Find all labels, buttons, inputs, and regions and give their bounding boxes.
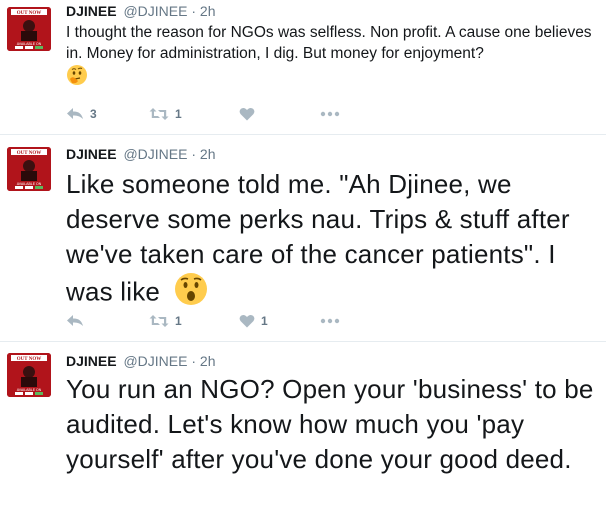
tweet[interactable]: OUT NOW AVAILABLE ON DJINEE @DJINEE · 2h…: [0, 342, 606, 507]
separator-dot: ·: [191, 146, 197, 162]
tweet[interactable]: OUT NOW AVAILABLE ON DJINEE @DJINEE · 2h…: [0, 135, 606, 342]
user-handle[interactable]: @DJINEE: [123, 353, 187, 369]
like-button[interactable]: 1: [239, 311, 268, 331]
display-name[interactable]: DJINEE: [66, 353, 117, 369]
retweet-button[interactable]: 1: [149, 311, 182, 331]
retweet-count: 1: [175, 107, 182, 121]
heart-icon: [239, 107, 255, 121]
avatar-top-text: OUT NOW: [17, 151, 42, 156]
like-count: 1: [261, 314, 268, 328]
reply-button[interactable]: [66, 311, 90, 331]
heart-icon: [239, 314, 255, 328]
more-button[interactable]: [320, 311, 340, 331]
avatar[interactable]: OUT NOW AVAILABLE ON: [7, 353, 51, 397]
reply-button[interactable]: 3: [66, 104, 97, 124]
retweet-icon: [149, 315, 169, 327]
thinking-face-icon: [66, 64, 88, 92]
timestamp[interactable]: 2h: [200, 3, 216, 19]
user-handle[interactable]: @DJINEE: [123, 3, 187, 19]
user-handle[interactable]: @DJINEE: [123, 146, 187, 162]
avatar-top-text: OUT NOW: [17, 11, 42, 16]
avatar-top-text: OUT NOW: [17, 357, 42, 362]
tweet-text: You run an NGO? Open your 'business' to …: [66, 374, 594, 474]
avatar-bottom-text: AVAILABLE ON: [17, 182, 42, 186]
tweet-text: Like someone told me. "Ah Djinee, we des…: [66, 169, 570, 307]
display-name[interactable]: DJINEE: [66, 146, 117, 162]
tweet-actions: 1 1: [66, 311, 366, 331]
avatar-bottom-text: AVAILABLE ON: [17, 42, 42, 46]
tweet-text: I thought the reason for NGOs was selfle…: [66, 24, 592, 62]
avatar[interactable]: OUT NOW AVAILABLE ON: [7, 147, 51, 191]
retweet-count: 1: [175, 314, 182, 328]
separator-dot: ·: [191, 3, 197, 19]
avatar-image: OUT NOW AVAILABLE ON: [7, 147, 51, 191]
timestamp[interactable]: 2h: [200, 353, 216, 369]
tweet-text-block: I thought the reason for NGOs was selfle…: [66, 22, 600, 92]
avatar-image: OUT NOW AVAILABLE ON: [7, 7, 51, 51]
timestamp[interactable]: 2h: [200, 146, 216, 162]
avatar[interactable]: OUT NOW AVAILABLE ON: [7, 7, 51, 51]
more-icon: [320, 111, 340, 117]
tweet[interactable]: OUT NOW AVAILABLE ON DJINEE @DJINEE · 2h…: [0, 0, 606, 135]
display-name[interactable]: DJINEE: [66, 3, 117, 19]
reply-icon: [67, 315, 83, 326]
more-button[interactable]: [320, 104, 340, 124]
separator-dot: ·: [191, 353, 197, 369]
tweet-text-block: You run an NGO? Open your 'business' to …: [66, 372, 600, 477]
retweet-icon: [149, 108, 169, 120]
reply-count: 3: [90, 107, 97, 121]
retweet-button[interactable]: 1: [149, 104, 182, 124]
avatar-image: OUT NOW AVAILABLE ON: [7, 353, 51, 397]
avatar-bottom-text: AVAILABLE ON: [17, 388, 42, 392]
tweet-header: DJINEE @DJINEE · 2h: [66, 145, 216, 163]
hushed-face-icon: [174, 272, 208, 315]
tweet-header: DJINEE @DJINEE · 2h: [66, 352, 216, 370]
reply-icon: [67, 108, 83, 119]
more-icon: [320, 318, 340, 324]
tweet-actions: 3 1: [66, 104, 366, 124]
tweet-text-block: Like someone told me. "Ah Djinee, we des…: [66, 167, 600, 315]
tweet-header: DJINEE @DJINEE · 2h: [66, 2, 216, 20]
like-button[interactable]: [239, 104, 261, 124]
